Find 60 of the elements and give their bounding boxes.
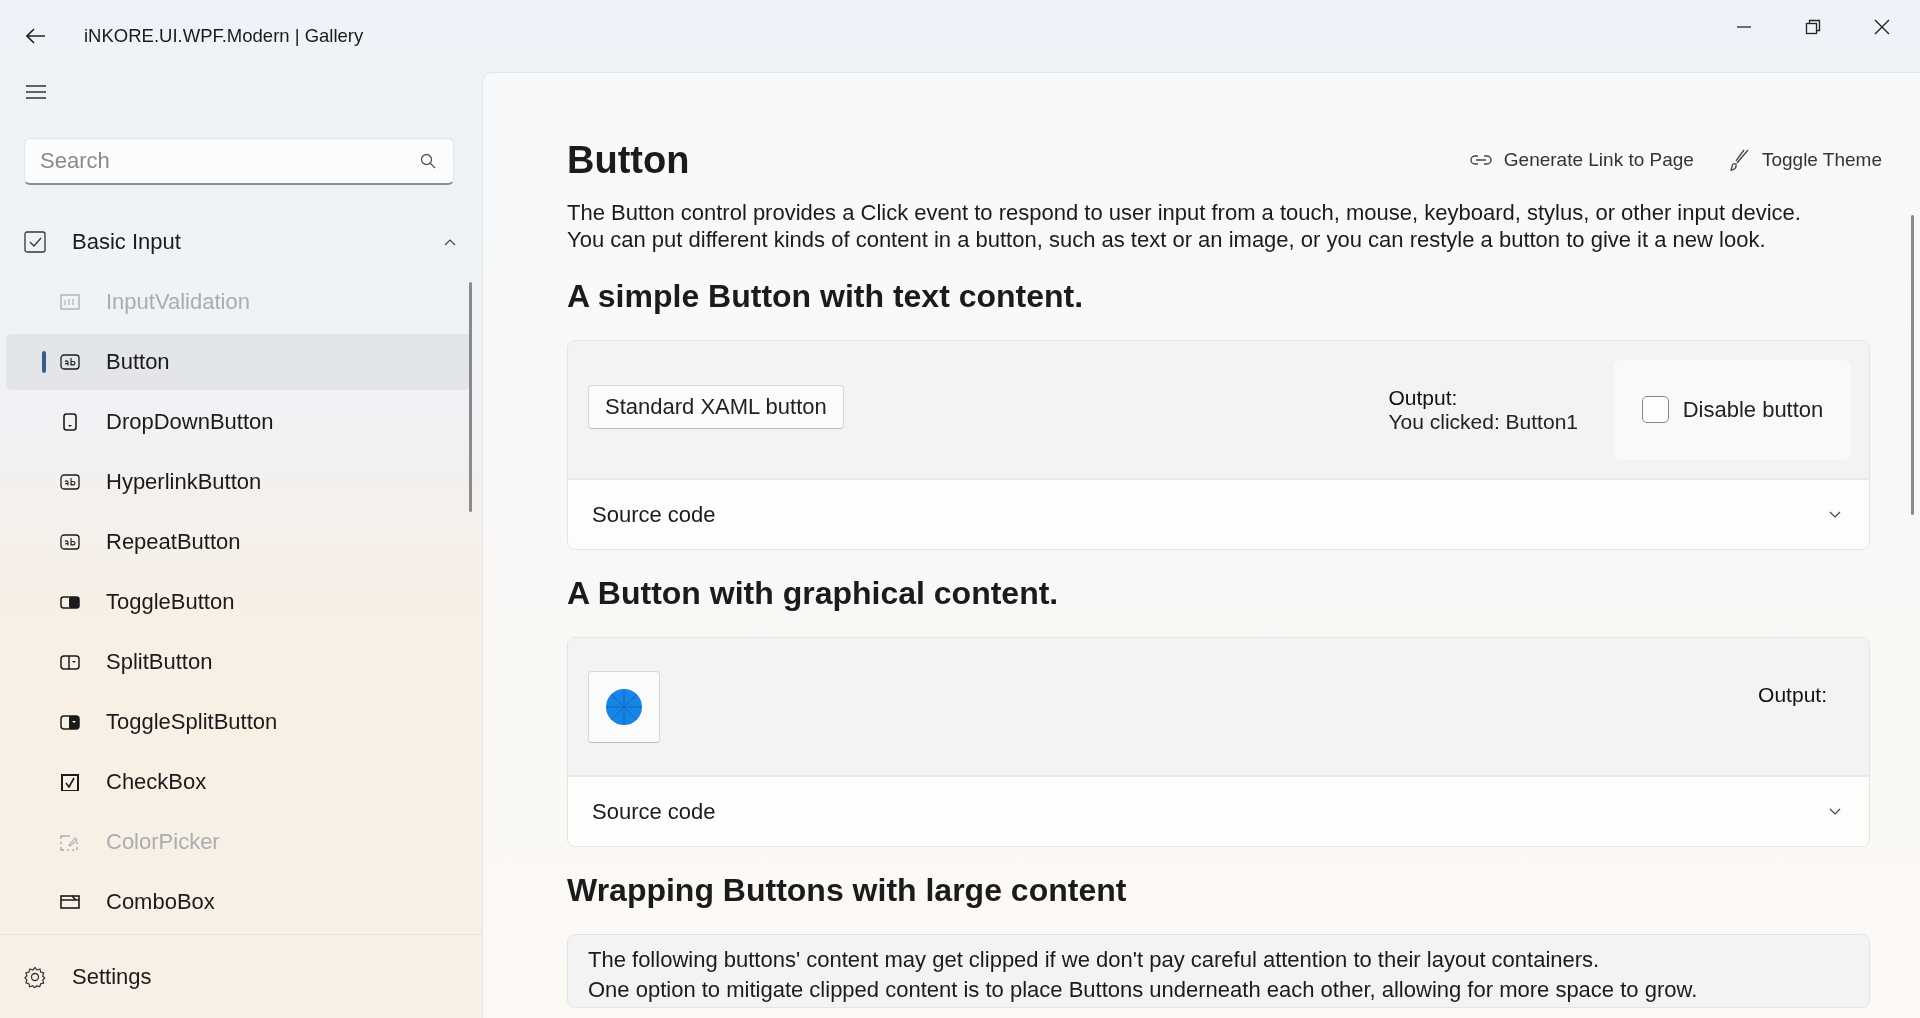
text-line: The following buttons' content may get clipped if we don't pay careful attention to their layout containers. xyxy=(588,947,1601,973)
expander-label: Source code xyxy=(592,501,716,528)
split-button-icon xyxy=(60,653,80,671)
window-title: iNKORE.UI.WPF.Modern | Gallery xyxy=(84,25,364,47)
nav-item[interactable]: SplitButton xyxy=(6,634,472,690)
section-heading: A Button with graphical content. xyxy=(567,575,1060,611)
action-link[interactable]: Toggle Theme xyxy=(1727,149,1882,171)
menu-button[interactable] xyxy=(26,85,46,99)
output-label: Output: xyxy=(1388,385,1459,410)
nav-item[interactable]: HyperlinkButton xyxy=(6,454,472,510)
nav-item[interactable]: RepeatButton xyxy=(6,514,472,570)
standard-button[interactable]: Standard XAML button xyxy=(588,384,844,429)
nav-item[interactable]: ToggleButton xyxy=(6,574,472,630)
action-link[interactable]: Generate Link to Page xyxy=(1469,149,1694,171)
checkbox-icon xyxy=(24,231,46,253)
nav-item[interactable]: DropDownButton xyxy=(6,394,472,450)
scrollbar[interactable] xyxy=(1911,215,1914,515)
settings-item[interactable]: Settings xyxy=(24,963,152,990)
restore-icon xyxy=(1804,19,1821,35)
settings-icon xyxy=(24,965,46,988)
image-icon xyxy=(605,688,643,726)
dropdown-icon xyxy=(60,413,80,431)
section-heading: Wrapping Buttons with large content xyxy=(567,872,1128,908)
toggle-icon xyxy=(60,593,80,611)
nav-category[interactable]: Basic Input xyxy=(24,214,474,270)
nav-item[interactable]: ComboBox xyxy=(6,874,472,930)
nav-item[interactable]: CheckBox xyxy=(6,754,472,810)
expander-label: Source code xyxy=(592,798,716,825)
button-icon xyxy=(60,533,80,551)
page-title: Button xyxy=(567,138,690,182)
source-code-expander[interactable]: Source code xyxy=(568,480,1869,549)
close-icon xyxy=(1873,19,1890,35)
scrollbar[interactable] xyxy=(469,282,472,512)
color-picker-icon xyxy=(60,833,80,851)
brush-icon xyxy=(1727,149,1750,171)
menu-icon xyxy=(26,85,46,99)
back-arrow-icon xyxy=(26,28,46,44)
checkbox-icon xyxy=(60,773,80,791)
section-heading: A simple Button with text content. xyxy=(567,278,1085,314)
search-field[interactable]: Search xyxy=(24,138,454,185)
text-line: One option to mitigate clipped content is to place Buttons underneath each other, allowing for more space to grow. xyxy=(588,977,1699,1003)
combo-box-icon xyxy=(60,893,80,911)
source-code-expander[interactable]: Source code xyxy=(568,777,1869,846)
category-label: Basic Input xyxy=(72,229,182,255)
minimize-icon xyxy=(1735,26,1752,28)
nav-item[interactable]: ToggleSplitButton xyxy=(6,694,472,750)
output-value: You clicked: Button1 xyxy=(1388,409,1578,434)
page-description: The Button control provides a Click event to respond to user input from a touch, mouse, keyboard, stylus, or other input device. You can put different kinds of content in a button, such as text or an image, or you can restyle a button to give it a new look. xyxy=(567,199,1802,253)
image-button[interactable] xyxy=(588,671,660,743)
split-button-icon xyxy=(60,713,80,731)
button-icon xyxy=(60,353,80,371)
disable-checkbox[interactable]: Disable button xyxy=(1641,396,1824,423)
back-button[interactable] xyxy=(26,28,46,44)
button-icon xyxy=(60,473,80,491)
nav-item[interactable]: Button xyxy=(6,334,472,390)
output-label: Output: xyxy=(1758,683,1827,707)
link-icon xyxy=(1469,153,1492,167)
search-icon xyxy=(420,153,436,169)
selection-indicator xyxy=(42,351,46,373)
text-field-icon xyxy=(60,293,80,311)
